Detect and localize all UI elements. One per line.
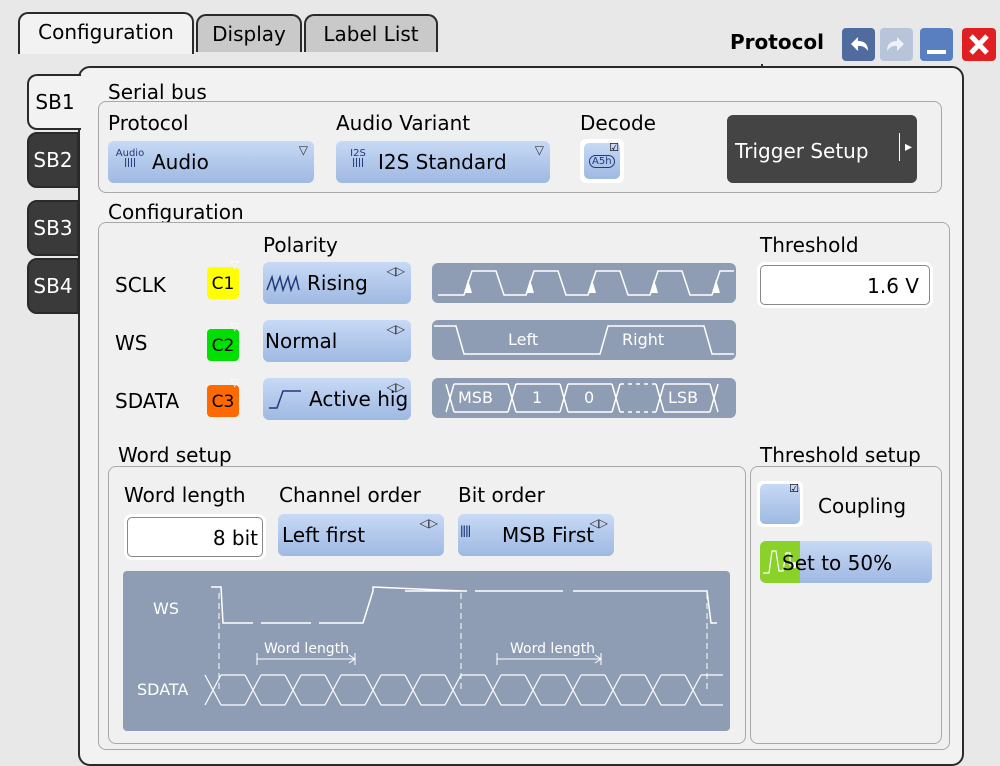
channel-order-value: Left first <box>282 523 366 547</box>
redo-icon <box>887 37 904 51</box>
active-high-icon <box>269 390 301 409</box>
sdata-one-label: 1 <box>532 388 543 407</box>
polarity-label: Polarity <box>263 233 338 257</box>
chevron-right-icon: ▸ <box>899 133 912 161</box>
bit-order-value: MSB First <box>502 523 595 547</box>
sidebar-tab-sb2[interactable]: SB2 <box>27 132 79 188</box>
trigger-setup-button[interactable]: Trigger Setup ▸ <box>727 115 917 183</box>
spin-arrows-icon: ◁▷ <box>419 516 438 530</box>
tab-label-list[interactable]: Label List <box>304 14 438 52</box>
decode-button-face: A5h ☑ <box>584 141 620 179</box>
sdata-channel-value: C3 <box>211 392 235 412</box>
sidebar-tab-sb1[interactable]: SB1 <box>27 74 81 130</box>
coupling-label: Coupling <box>818 494 907 518</box>
dropdown-arrow-icon: ▽ <box>230 258 239 271</box>
checkbox-icon: ☑ <box>789 482 799 495</box>
sclk-label: SCLK <box>115 273 166 297</box>
ws-left-label: Left <box>508 330 539 349</box>
close-icon <box>969 34 989 55</box>
spin-arrows-icon: ◁▷ <box>386 322 405 336</box>
sidebar-tab-sb4[interactable]: SB4 <box>27 258 79 314</box>
diagram-ws-label: WS <box>153 599 179 618</box>
sclk-channel-select[interactable]: C1 ▽ <box>207 259 239 299</box>
diagram-word-length-label-2: Word length <box>510 641 596 657</box>
spin-arrows-icon: ◁▷ <box>589 516 608 530</box>
i2s-icon: I2S ꟾꟾꟾꟾ <box>350 148 366 170</box>
sdata-label: SDATA <box>115 389 180 413</box>
sdata-msb-label: MSB <box>458 388 493 407</box>
sdata-waveform-diagram: MSB 1 0 LSB <box>432 378 736 418</box>
protocol-select[interactable]: Audio ꟾꟾꟾꟾ Audio ▽ <box>108 141 314 183</box>
word-setup-heading: Word setup <box>118 443 232 467</box>
sclk-polarity-select[interactable]: Rising ◁▷ <box>263 262 411 304</box>
audio-variant-value: I2S Standard <box>378 150 507 174</box>
ws-waveform-diagram: Left Right <box>432 320 736 360</box>
ws-polarity-select[interactable]: Normal ◁▷ <box>263 320 411 362</box>
redo-button[interactable] <box>880 28 913 61</box>
channel-order-label: Channel order <box>279 483 421 507</box>
word-timing-diagram: WS SDATA Word length Word length <box>123 571 730 731</box>
ws-channel-value: C2 <box>211 336 235 356</box>
diagram-word-length-label-1: Word length <box>264 641 350 657</box>
threshold-setup-heading: Threshold setup <box>760 443 921 467</box>
decode-label: Decode <box>580 111 656 135</box>
protocol-icon-text: Audio <box>115 148 145 159</box>
protocol-value: Audio <box>152 150 209 174</box>
configuration-heading: Configuration <box>108 200 244 224</box>
sclk-channel-value: C1 <box>211 274 235 294</box>
dropdown-arrow-icon: ▽ <box>298 143 308 157</box>
threshold-input[interactable]: 1.6 V <box>760 265 930 305</box>
checkbox-icon: ☑ <box>609 141 619 154</box>
tab-display[interactable]: Display <box>196 14 302 52</box>
set-to-50-button[interactable]: Set to 50% <box>760 541 932 583</box>
spin-arrows-icon: ◁▷ <box>386 264 405 278</box>
audio-variant-label: Audio Variant <box>336 111 471 135</box>
channel-order-select[interactable]: Left first ◁▷ <box>278 514 444 556</box>
ws-right-label: Right <box>622 330 665 349</box>
tab-configuration[interactable]: Configuration <box>18 12 194 54</box>
sclk-polarity-value: Rising <box>307 271 368 295</box>
word-timing-waveform <box>204 586 723 706</box>
minimize-button[interactable] <box>920 28 953 61</box>
coupling-button-face: ☑ <box>760 482 800 524</box>
bit-order-select[interactable]: ꟾꟾꟾꟾ MSB First ◁▷ <box>458 514 614 556</box>
spin-arrows-icon: ◁▷ <box>386 380 405 394</box>
threshold-label: Threshold <box>760 233 859 257</box>
ws-polarity-value: Normal <box>265 329 338 353</box>
audio-variant-icon-text: I2S <box>350 148 366 159</box>
audio-variant-select[interactable]: I2S ꟾꟾꟾꟾ I2S Standard ▽ <box>336 141 550 183</box>
dropdown-arrow-icon: ▽ <box>534 143 544 157</box>
undo-icon <box>851 37 868 51</box>
ws-label: WS <box>115 331 148 355</box>
sclk-waveform-icon <box>438 270 734 296</box>
sdata-lsb-label: LSB <box>668 388 699 407</box>
sdata-channel-select[interactable]: C3 ▽ <box>207 377 239 417</box>
dropdown-arrow-icon: ▽ <box>230 376 239 389</box>
diagram-sdata-label: SDATA <box>137 680 189 699</box>
sdata-polarity-select[interactable]: Active hig ◁▷ <box>263 378 411 420</box>
sdata-zero-label: 0 <box>584 388 595 407</box>
minimize-icon <box>927 50 946 54</box>
word-length-input[interactable]: 8 bit <box>127 517 263 557</box>
close-button[interactable] <box>962 28 996 61</box>
bit-order-icon: ꟾꟾꟾꟾ <box>460 526 471 540</box>
dropdown-arrow-icon: ▽ <box>230 320 239 333</box>
bit-order-label: Bit order <box>458 483 545 507</box>
protocol-label: Protocol <box>108 111 189 135</box>
ws-channel-select[interactable]: C2 ▽ <box>207 321 239 361</box>
coupling-toggle[interactable]: ☑ <box>757 481 803 527</box>
set-to-50-label: Set to 50% <box>782 551 893 575</box>
sidebar-tab-sb3[interactable]: SB3 <box>27 200 79 256</box>
audio-protocol-icon: Audio ꟾꟾꟾꟾ <box>115 148 145 170</box>
window-title: Protocol <box>730 30 825 54</box>
trigger-setup-label: Trigger Setup <box>735 139 869 163</box>
rising-edge-icon <box>266 274 300 292</box>
sclk-waveform-diagram <box>432 263 736 303</box>
decode-toggle[interactable]: A5h ☑ <box>580 139 624 183</box>
ws-waveform-icon <box>434 325 734 355</box>
decode-hex-icon: A5h <box>589 155 615 168</box>
undo-button[interactable] <box>842 28 875 61</box>
word-length-label: Word length <box>124 483 246 507</box>
